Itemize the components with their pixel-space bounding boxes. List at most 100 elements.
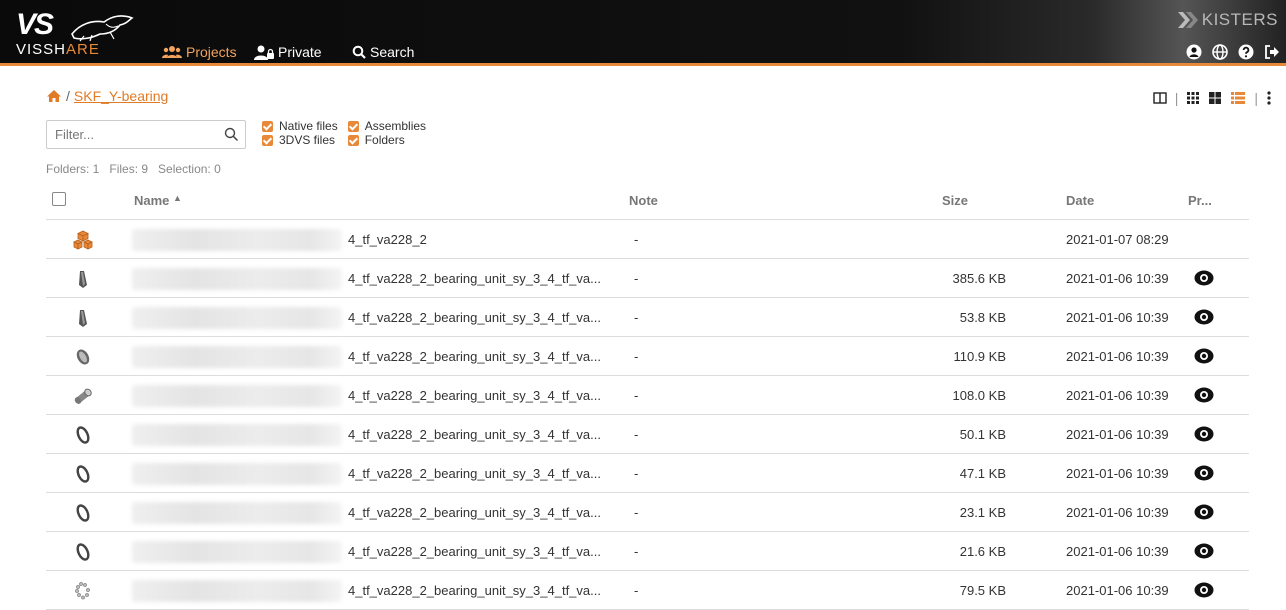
file-note: - bbox=[634, 271, 639, 286]
redacted-name-prefix bbox=[132, 307, 342, 329]
nav-projects[interactable]: Projects bbox=[162, 44, 237, 60]
checkbox-folders[interactable]: Folders bbox=[347, 134, 426, 147]
part-pin-icon bbox=[72, 268, 94, 290]
user-lock-icon bbox=[254, 45, 274, 60]
preview-eye-icon[interactable] bbox=[1194, 503, 1214, 521]
checkbox-checked-icon bbox=[347, 135, 359, 146]
checkbox-checked-icon bbox=[262, 121, 273, 132]
logout-icon[interactable] bbox=[1264, 44, 1280, 60]
globe-icon[interactable] bbox=[1212, 44, 1228, 60]
file-name[interactable]: 4_tf_va228_2_bearing_unit_sy_3_4_tf_va..… bbox=[348, 583, 601, 598]
visshare-logo[interactable]: VS VISSHARE bbox=[14, 8, 149, 62]
file-date: 2021-01-06 10:39 bbox=[1066, 466, 1169, 481]
selection-stats: Folders: 1 Files: 9 Selection: 0 bbox=[46, 162, 221, 176]
logo-cat-icon bbox=[71, 15, 134, 42]
preview-eye-icon[interactable] bbox=[1194, 308, 1214, 326]
redacted-name-prefix bbox=[132, 385, 342, 407]
table-row[interactable]: 4_tf_va228_2_bearing_unit_sy_3_4_tf_va..… bbox=[46, 532, 1249, 571]
nav-search[interactable]: Search bbox=[352, 44, 414, 60]
checkbox-3dvs-files[interactable]: 3DVS files bbox=[262, 134, 338, 147]
file-name[interactable]: 4_tf_va228_2_bearing_unit_sy_3_4_tf_va..… bbox=[348, 388, 601, 403]
sort-asc-icon: ▲ bbox=[173, 193, 182, 203]
file-date: 2021-01-06 10:39 bbox=[1066, 388, 1169, 403]
column-header-date[interactable]: Date bbox=[1066, 193, 1094, 208]
table-row[interactable]: 4_tf_va228_2_bearing_unit_sy_3_4_tf_va..… bbox=[46, 298, 1249, 337]
part-thin-ring-icon bbox=[72, 502, 94, 524]
file-note: - bbox=[634, 349, 639, 364]
file-name[interactable]: 4_tf_va228_2_bearing_unit_sy_3_4_tf_va..… bbox=[348, 505, 601, 520]
nav-private[interactable]: Private bbox=[254, 44, 322, 60]
preview-eye-icon[interactable] bbox=[1194, 269, 1214, 287]
top-right-icons bbox=[1186, 44, 1280, 60]
nav-search-label: Search bbox=[370, 44, 415, 60]
large-grid-icon[interactable] bbox=[1208, 91, 1222, 105]
redacted-name-prefix bbox=[132, 580, 342, 602]
preview-eye-icon[interactable] bbox=[1194, 425, 1214, 443]
split-view-icon[interactable] bbox=[1153, 91, 1167, 105]
redacted-name-prefix bbox=[132, 502, 342, 524]
file-name[interactable]: 4_tf_va228_2_bearing_unit_sy_3_4_tf_va..… bbox=[348, 466, 601, 481]
file-name[interactable]: 4_tf_va228_2_bearing_unit_sy_3_4_tf_va..… bbox=[348, 544, 601, 559]
search-icon bbox=[352, 45, 366, 59]
redacted-name-prefix bbox=[132, 424, 342, 446]
select-all-checkbox[interactable] bbox=[52, 192, 66, 206]
column-header-note[interactable]: Note bbox=[629, 193, 658, 208]
toolbar-divider: | bbox=[1174, 90, 1179, 106]
file-size: 110.9 KB bbox=[953, 349, 1006, 364]
table-row[interactable]: 4_tf_va228_2_bearing_unit_sy_3_4_tf_va..… bbox=[46, 454, 1249, 493]
user-account-icon[interactable] bbox=[1186, 44, 1202, 60]
file-note: - bbox=[634, 388, 639, 403]
preview-eye-icon[interactable] bbox=[1194, 464, 1214, 482]
small-grid-icon[interactable] bbox=[1186, 91, 1200, 105]
home-icon[interactable] bbox=[46, 89, 62, 103]
search-icon[interactable] bbox=[224, 127, 239, 142]
part-thin-ring-icon bbox=[72, 463, 94, 485]
file-date: 2021-01-06 10:39 bbox=[1066, 544, 1169, 559]
file-note: - bbox=[634, 427, 639, 442]
preview-eye-icon[interactable] bbox=[1194, 347, 1214, 365]
file-note: - bbox=[634, 466, 639, 481]
file-name[interactable]: 4_tf_va228_2_bearing_unit_sy_3_4_tf_va..… bbox=[348, 349, 601, 364]
selection-count: Selection: 0 bbox=[158, 162, 221, 176]
list-view-icon[interactable] bbox=[1230, 91, 1246, 105]
table-row[interactable]: 4_tf_va228_2_bearing_unit_sy_3_4_tf_va..… bbox=[46, 571, 1249, 610]
column-header-preview[interactable]: Pr... bbox=[1188, 193, 1212, 208]
help-icon[interactable] bbox=[1238, 44, 1254, 60]
file-date: 2021-01-07 08:29 bbox=[1066, 232, 1169, 247]
folders-count: Folders: 1 bbox=[46, 162, 100, 176]
breadcrumb-separator: / bbox=[66, 88, 70, 104]
preview-eye-icon[interactable] bbox=[1194, 581, 1214, 599]
logo-wordmark: VISSHARE bbox=[16, 41, 100, 58]
file-name[interactable]: 4_tf_va228_2_bearing_unit_sy_3_4_tf_va..… bbox=[348, 271, 601, 286]
part-ring-icon bbox=[72, 346, 94, 368]
file-date: 2021-01-06 10:39 bbox=[1066, 310, 1169, 325]
table-header: Name ▲ Note Size Date Pr... bbox=[46, 186, 1249, 220]
table-row[interactable]: 4_tf_va228_2_bearing_unit_sy_3_4_tf_va..… bbox=[46, 259, 1249, 298]
table-row[interactable]: 4_tf_va228_2 - 2021-01-07 08:29 bbox=[46, 220, 1249, 259]
filter-input[interactable] bbox=[47, 121, 217, 148]
checkbox-native-files[interactable]: Native files bbox=[262, 120, 338, 133]
table-row[interactable]: 4_tf_va228_2_bearing_unit_sy_3_4_tf_va..… bbox=[46, 337, 1249, 376]
table-row[interactable]: 4_tf_va228_2_bearing_unit_sy_3_4_tf_va..… bbox=[46, 493, 1249, 532]
column-header-name[interactable]: Name ▲ bbox=[134, 193, 182, 208]
part-thin-ring-icon bbox=[72, 424, 94, 446]
redacted-name-prefix bbox=[132, 346, 342, 368]
preview-eye-icon[interactable] bbox=[1194, 386, 1214, 404]
file-date: 2021-01-06 10:39 bbox=[1066, 505, 1169, 520]
file-name[interactable]: 4_tf_va228_2 bbox=[348, 232, 427, 247]
kisters-brand: KISTERS bbox=[1177, 10, 1278, 30]
preview-eye-icon[interactable] bbox=[1194, 542, 1214, 560]
table-row[interactable]: 4_tf_va228_2_bearing_unit_sy_3_4_tf_va..… bbox=[46, 376, 1249, 415]
table-row[interactable]: 4_tf_va228_2_bearing_unit_sy_3_4_tf_va..… bbox=[46, 415, 1249, 454]
toolbar-divider: | bbox=[1254, 90, 1258, 106]
more-options-icon[interactable] bbox=[1266, 91, 1272, 105]
checkbox-assemblies[interactable]: Assemblies bbox=[347, 120, 426, 133]
file-name[interactable]: 4_tf_va228_2_bearing_unit_sy_3_4_tf_va..… bbox=[348, 427, 601, 442]
file-date: 2021-01-06 10:39 bbox=[1066, 427, 1169, 442]
file-note: - bbox=[634, 310, 639, 325]
breadcrumb-current[interactable]: SKF_Y-bearing bbox=[74, 88, 168, 104]
file-name[interactable]: 4_tf_va228_2_bearing_unit_sy_3_4_tf_va..… bbox=[348, 310, 601, 325]
column-header-size[interactable]: Size bbox=[942, 193, 968, 208]
part-cylinder-icon bbox=[72, 385, 94, 407]
file-date: 2021-01-06 10:39 bbox=[1066, 583, 1169, 598]
